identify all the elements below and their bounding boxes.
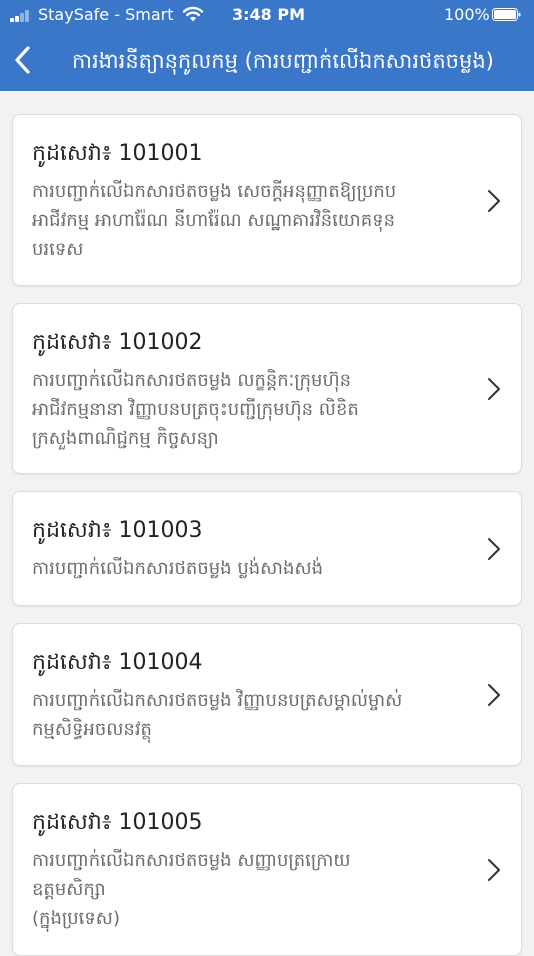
chevron-right-icon: [488, 859, 500, 881]
battery-percentage: 100%: [444, 5, 490, 24]
chevron-right-icon: [488, 190, 500, 212]
service-code: កូដសេវា៖ 101002: [32, 330, 203, 355]
cellular-signal-icon: [10, 10, 34, 22]
battery-icon: [492, 8, 521, 21]
service-description: ការបញ្ជាក់លើឯកសារថតចម្លង សេចក្តីអនុញ្ញាត…: [32, 177, 470, 264]
wifi-icon: [182, 6, 204, 22]
service-description-line: អាជីវកម្មនានា វិញ្ញាបនបត្រចុះបញ្ជីក្រុមហ…: [32, 399, 359, 420]
service-description-line: ការបញ្ជាក់លើឯកសារថតចម្លង សញ្ញាបត្រក្រោយ: [32, 850, 351, 871]
navigation-bar: ការងារនីត្យានុកូលកម្ម (ការបញ្ជាក់លើឯកសារ…: [0, 32, 534, 90]
page-title: ការងារនីត្យានុកូលកម្ម (ការបញ្ជាក់លើឯកសារ…: [72, 49, 494, 73]
service-description-line: ការបញ្ជាក់លើឯកសារថតចម្លង ប្លង់សាងសង់: [32, 558, 324, 579]
carrier-name: StaySafe - Smart: [38, 5, 174, 24]
service-code: កូដសេវា៖ 101005: [32, 810, 203, 835]
service-code: កូដសេវា៖ 101003: [32, 518, 203, 543]
service-description-line: បរទេស: [32, 239, 84, 260]
status-bar: StaySafe - Smart 3:48 PM 100%: [0, 0, 534, 30]
service-code: កូដសេវា៖ 101004: [32, 650, 203, 675]
status-time: 3:48 PM: [232, 5, 306, 24]
service-card[interactable]: កូដសេវា៖ 101003 ការបញ្ជាក់លើឯកសារថតចម្លង …: [12, 491, 522, 606]
service-code: កូដសេវា៖ 101001: [32, 141, 203, 166]
chevron-right-icon: [488, 378, 500, 400]
service-description: ការបញ្ជាក់លើឯកសារថតចម្លង ប្លង់សាងសង់: [32, 554, 470, 583]
service-description-line: ក្រសួងពាណិជ្ជកម្ម កិច្ចសន្យា: [32, 428, 219, 449]
back-button[interactable]: [6, 38, 40, 82]
chevron-left-icon: [15, 46, 30, 74]
service-description-line: កម្មសិទ្ធិអចលនវត្ថុ: [32, 719, 152, 740]
service-description: ការបញ្ជាក់លើឯកសារថតចម្លង លក្ខន្តិកៈក្រុម…: [32, 366, 470, 453]
service-description-line: (ក្នុងប្រទេស): [32, 908, 120, 929]
service-card[interactable]: កូដសេវា៖ 101001 ការបញ្ជាក់លើឯកសារថតចម្លង …: [12, 114, 522, 286]
service-description-line: អាជីវកម្ម អាហារ៉ែណ នីហារ៉ែណ សណ្ឋាគារវិនិ…: [32, 210, 396, 231]
app-header: StaySafe - Smart 3:48 PM 100% ការងារនីត្…: [0, 0, 534, 91]
service-description-line: ឧត្តមសិក្សា: [32, 879, 106, 900]
service-description-line: ការបញ្ជាក់លើឯកសារថតចម្លង វិញ្ញាបនបត្រសម្…: [32, 690, 403, 711]
service-card[interactable]: កូដសេវា៖ 101005 ការបញ្ជាក់លើឯកសារថតចម្លង …: [12, 783, 522, 956]
service-card[interactable]: កូដសេវា៖ 101004 ការបញ្ជាក់លើឯកសារថតចម្លង …: [12, 623, 522, 766]
service-description: ការបញ្ជាក់លើឯកសារថតចម្លង សញ្ញាបត្រក្រោយឧ…: [32, 846, 470, 933]
service-card[interactable]: កូដសេវា៖ 101002 ការបញ្ជាក់លើឯកសារថតចម្លង …: [12, 303, 522, 474]
service-description-line: ការបញ្ជាក់លើឯកសារថតចម្លង សេចក្តីអនុញ្ញាត…: [32, 181, 397, 202]
service-description-line: ការបញ្ជាក់លើឯកសារថតចម្លង លក្ខន្តិកៈក្រុម…: [32, 370, 352, 391]
chevron-right-icon: [488, 684, 500, 706]
service-description: ការបញ្ជាក់លើឯកសារថតចម្លង វិញ្ញាបនបត្រសម្…: [32, 686, 470, 744]
chevron-right-icon: [488, 538, 500, 560]
